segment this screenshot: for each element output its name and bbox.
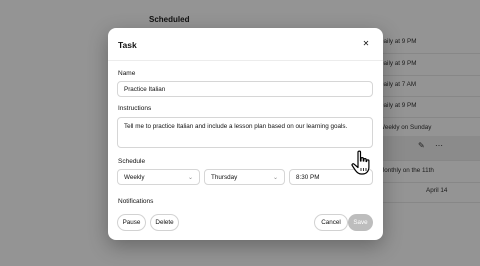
dialog-title: Task [118,40,137,50]
hand-pointer-icon [351,150,370,175]
instructions-textarea[interactable]: Tell me to practice Italian and include … [117,117,373,148]
save-button[interactable]: Save [348,214,373,231]
notifications-label: Notifications [118,198,154,205]
time-value: 8:30 PM [296,173,320,181]
pause-button[interactable]: Pause [117,214,146,231]
frequency-value: Weekly [124,173,145,181]
frequency-select[interactable]: Weekly ⌄ [117,169,200,185]
task-dialog: Task ✕ Name Instructions Tell me to prac… [108,28,383,240]
chevron-down-icon: ⌄ [272,174,278,181]
instructions-label: Instructions [118,105,152,112]
chevron-down-icon: ⌄ [187,174,193,181]
divider [108,60,383,61]
name-label: Name [118,70,136,77]
name-input[interactable] [117,81,373,97]
schedule-label: Schedule [118,158,146,165]
day-value: Thursday [211,173,238,181]
close-icon[interactable]: ✕ [360,38,372,50]
cancel-button[interactable]: Cancel [314,214,348,231]
delete-button[interactable]: Delete [150,214,179,231]
day-select[interactable]: Thursday ⌄ [204,169,285,185]
